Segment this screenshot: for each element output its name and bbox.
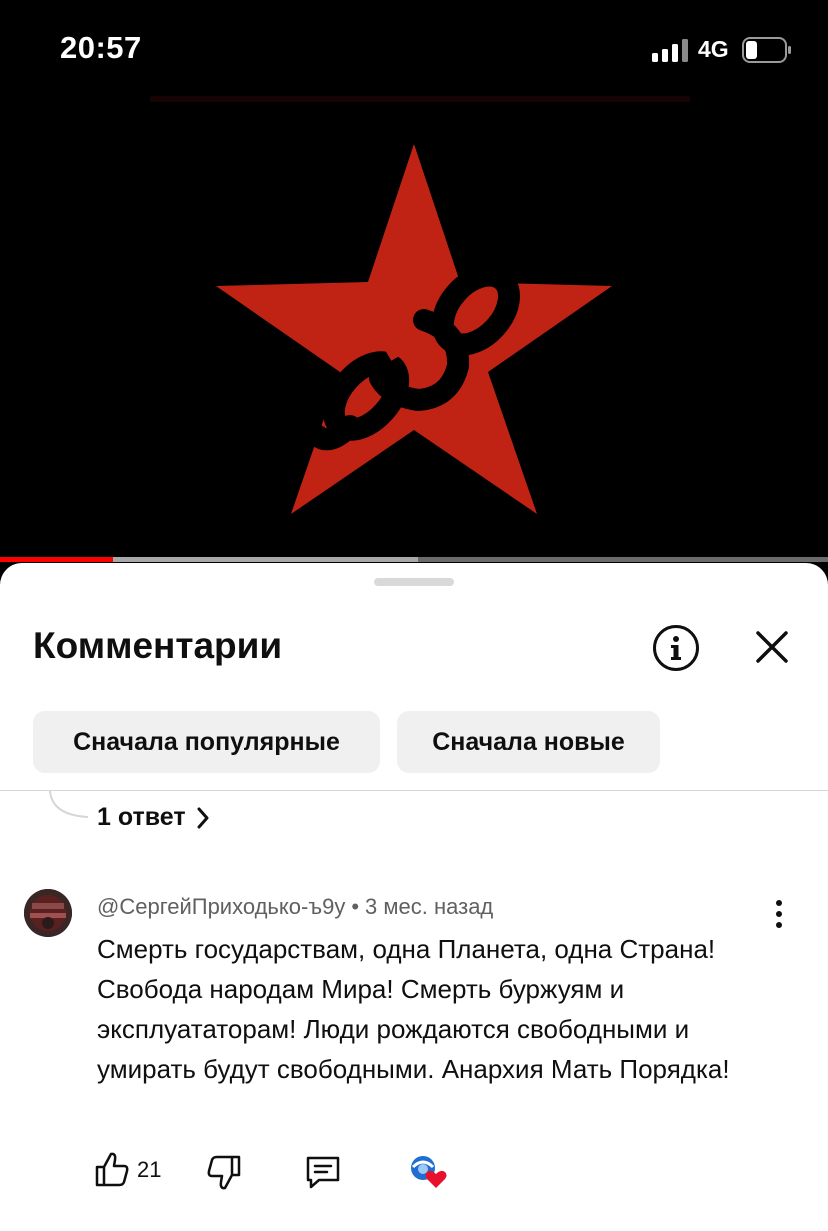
creator-heart-icon (411, 1156, 447, 1188)
status-time: 20:57 (60, 30, 142, 65)
chevron-right-icon (197, 807, 209, 828)
comment-time: 3 мес. назад (365, 894, 494, 919)
video-player[interactable] (0, 96, 828, 558)
battery-icon (742, 37, 791, 63)
video-progress-bar[interactable] (0, 557, 828, 562)
progress-played (0, 557, 114, 562)
video-frame (0, 96, 828, 558)
comments-sheet: Комментарии Сначала популярные Сначала н… (0, 563, 828, 1231)
reply-icon[interactable] (305, 1155, 341, 1189)
comment-meta: @СергейПриходько-ъ9у • 3 мес. назад (97, 894, 493, 920)
divider (0, 790, 828, 791)
status-bar: 20:57 4G (0, 0, 828, 96)
comment-author[interactable]: @СергейПриходько-ъ9у (97, 894, 345, 919)
network-type: 4G (698, 36, 729, 62)
thumbs-up-icon[interactable] (95, 1151, 129, 1187)
drag-handle[interactable] (374, 578, 454, 586)
sort-chip-popular[interactable]: Сначала популярные (33, 711, 380, 773)
meta-separator: • (351, 894, 360, 919)
close-icon[interactable] (752, 627, 792, 667)
like-count: 21 (137, 1157, 162, 1182)
replies-link[interactable]: 1 ответ (97, 803, 210, 832)
comments-title: Комментарии (33, 625, 283, 666)
replies-link-label: 1 ответ (97, 803, 186, 831)
more-vert-icon[interactable] (769, 899, 789, 929)
avatar[interactable] (24, 889, 72, 937)
sort-chip-newest[interactable]: Сначала новые (397, 711, 660, 773)
info-icon[interactable] (653, 625, 699, 671)
thread-line (49, 791, 89, 818)
comment-actions: 21 (95, 1151, 475, 1191)
progress-buffered (113, 557, 419, 562)
thumbs-down-icon[interactable] (207, 1155, 241, 1191)
signal-icon (652, 39, 688, 62)
comment-text: Смерть государствам, одна Планета, одна … (97, 934, 730, 1084)
